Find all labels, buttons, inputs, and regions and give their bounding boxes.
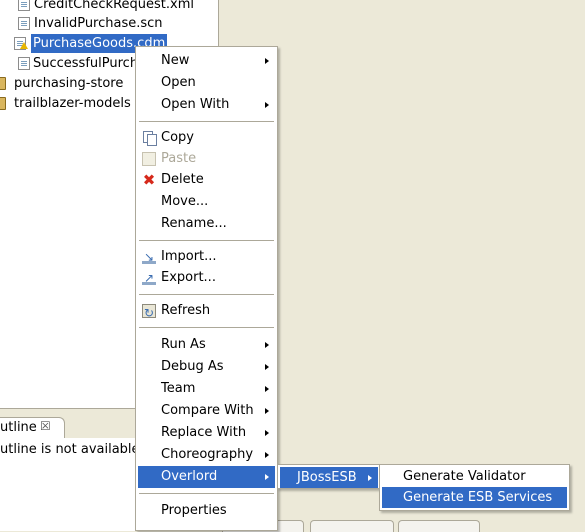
menu-item-export[interactable]: Export... <box>138 267 275 289</box>
menu-separator <box>139 240 274 242</box>
menu-item-label: Open <box>161 75 196 90</box>
submenu-arrow-icon <box>265 430 269 436</box>
bottom-tab[interactable] <box>398 520 480 532</box>
submenu-arrow-icon <box>265 474 269 480</box>
submenu-arrow-icon <box>265 364 269 370</box>
submenu-arrow-icon <box>265 342 269 348</box>
menu-item-refresh[interactable]: Refresh <box>138 300 275 324</box>
menu-item-paste[interactable]: Paste <box>138 148 275 170</box>
menu-item-choreography[interactable]: Choreography <box>138 444 275 466</box>
menu-item-jbossesb[interactable]: JBossESB <box>280 467 378 488</box>
paste-icon <box>142 152 156 166</box>
scn-file-icon <box>18 17 30 30</box>
menu-item-compare-with[interactable]: Compare With <box>138 400 275 422</box>
menu-item-label: JBossESB <box>297 470 357 485</box>
xml-file-icon <box>18 0 30 11</box>
menu-item-label: Choreography <box>161 447 254 462</box>
menu-item-debug-as[interactable]: Debug As <box>138 356 275 378</box>
menu-item-label: Move... <box>161 194 209 209</box>
export-icon <box>142 267 156 289</box>
menu-item-label: Compare With <box>161 403 254 418</box>
tab-outline-label: utline <box>0 420 37 435</box>
submenu-arrow-icon <box>368 475 372 481</box>
menu-item-label: Rename... <box>161 216 227 231</box>
menu-item-run-as[interactable]: Run As <box>138 334 275 356</box>
menu-item-replace-with[interactable]: Replace With <box>138 422 275 444</box>
menu-item-label: Open With <box>161 97 230 112</box>
scn-file-icon <box>18 57 30 70</box>
menu-item-label: Team <box>161 381 196 396</box>
menu-item-label: Replace With <box>161 425 247 440</box>
project-icon <box>0 77 6 90</box>
menu-item-label: Import... <box>161 249 217 264</box>
submenu-arrow-icon <box>265 58 269 64</box>
submenu-overlord: JBossESB <box>277 464 381 489</box>
submenu-arrow-icon <box>265 386 269 392</box>
menu-item-rename[interactable]: Rename... <box>138 213 275 235</box>
menu-item-label: Paste <box>161 151 197 166</box>
menu-item-delete[interactable]: ✖ Delete <box>138 169 275 191</box>
menu-item-label: Debug As <box>161 359 224 374</box>
tree-item-label: trailblazer-models <box>14 96 131 111</box>
menu-item-label: Properties <box>161 503 227 518</box>
menu-item-team[interactable]: Team <box>138 378 275 400</box>
menu-item-open-with[interactable]: Open With <box>138 94 275 116</box>
bottom-tab[interactable] <box>310 520 394 532</box>
menu-item-generate-esb-services[interactable]: Generate ESB Services <box>382 487 567 508</box>
project-icon <box>0 97 6 110</box>
menu-item-generate-validator[interactable]: Generate Validator <box>382 466 567 487</box>
menu-item-import[interactable]: Import... <box>138 246 275 268</box>
outline-message: utline is not available. <box>0 442 144 457</box>
delete-icon: ✖ <box>142 171 156 189</box>
submenu-arrow-icon <box>265 102 269 108</box>
menu-item-label: Generate Validator <box>403 469 526 484</box>
tree-item-label: SuccessfulPurcha <box>33 56 147 71</box>
menu-item-label: Refresh <box>161 303 211 318</box>
menu-separator <box>139 294 274 296</box>
tab-outline[interactable]: utline ☒ <box>0 417 65 439</box>
menu-item-label: Copy <box>161 130 194 145</box>
context-menu: New Open Open With Copy Paste ✖ Delete M… <box>135 46 278 531</box>
close-icon[interactable]: ☒ <box>40 419 51 433</box>
submenu-arrow-icon <box>265 408 269 414</box>
menu-item-properties[interactable]: Properties <box>138 500 275 522</box>
menu-separator <box>139 493 274 495</box>
submenu-arrow-icon <box>265 452 269 458</box>
refresh-icon <box>142 302 156 324</box>
tree-item-label: CreditCheckRequest.xml <box>34 0 194 12</box>
menu-item-move[interactable]: Move... <box>138 191 275 213</box>
menu-item-copy[interactable]: Copy <box>138 127 275 149</box>
menu-separator <box>139 327 274 329</box>
menu-item-label: Delete <box>161 172 204 187</box>
menu-item-new[interactable]: New <box>138 50 275 72</box>
menu-item-label: New <box>161 53 190 68</box>
menu-item-label: Overlord <box>161 469 218 484</box>
menu-separator <box>139 121 274 123</box>
import-icon <box>142 246 156 268</box>
tree-item-label: purchasing-store <box>14 76 124 91</box>
menu-item-overlord[interactable]: Overlord <box>138 466 275 488</box>
menu-item-open[interactable]: Open <box>138 72 275 94</box>
submenu-jbossesb: Generate Validator Generate ESB Services <box>379 464 570 511</box>
tree-item-label: InvalidPurchase.scn <box>34 16 163 31</box>
menu-item-label: Run As <box>161 337 206 352</box>
copy-icon <box>142 131 157 146</box>
warning-icon <box>20 42 28 49</box>
menu-item-label: Export... <box>161 270 216 285</box>
menu-item-label: Generate ESB Services <box>403 490 553 505</box>
